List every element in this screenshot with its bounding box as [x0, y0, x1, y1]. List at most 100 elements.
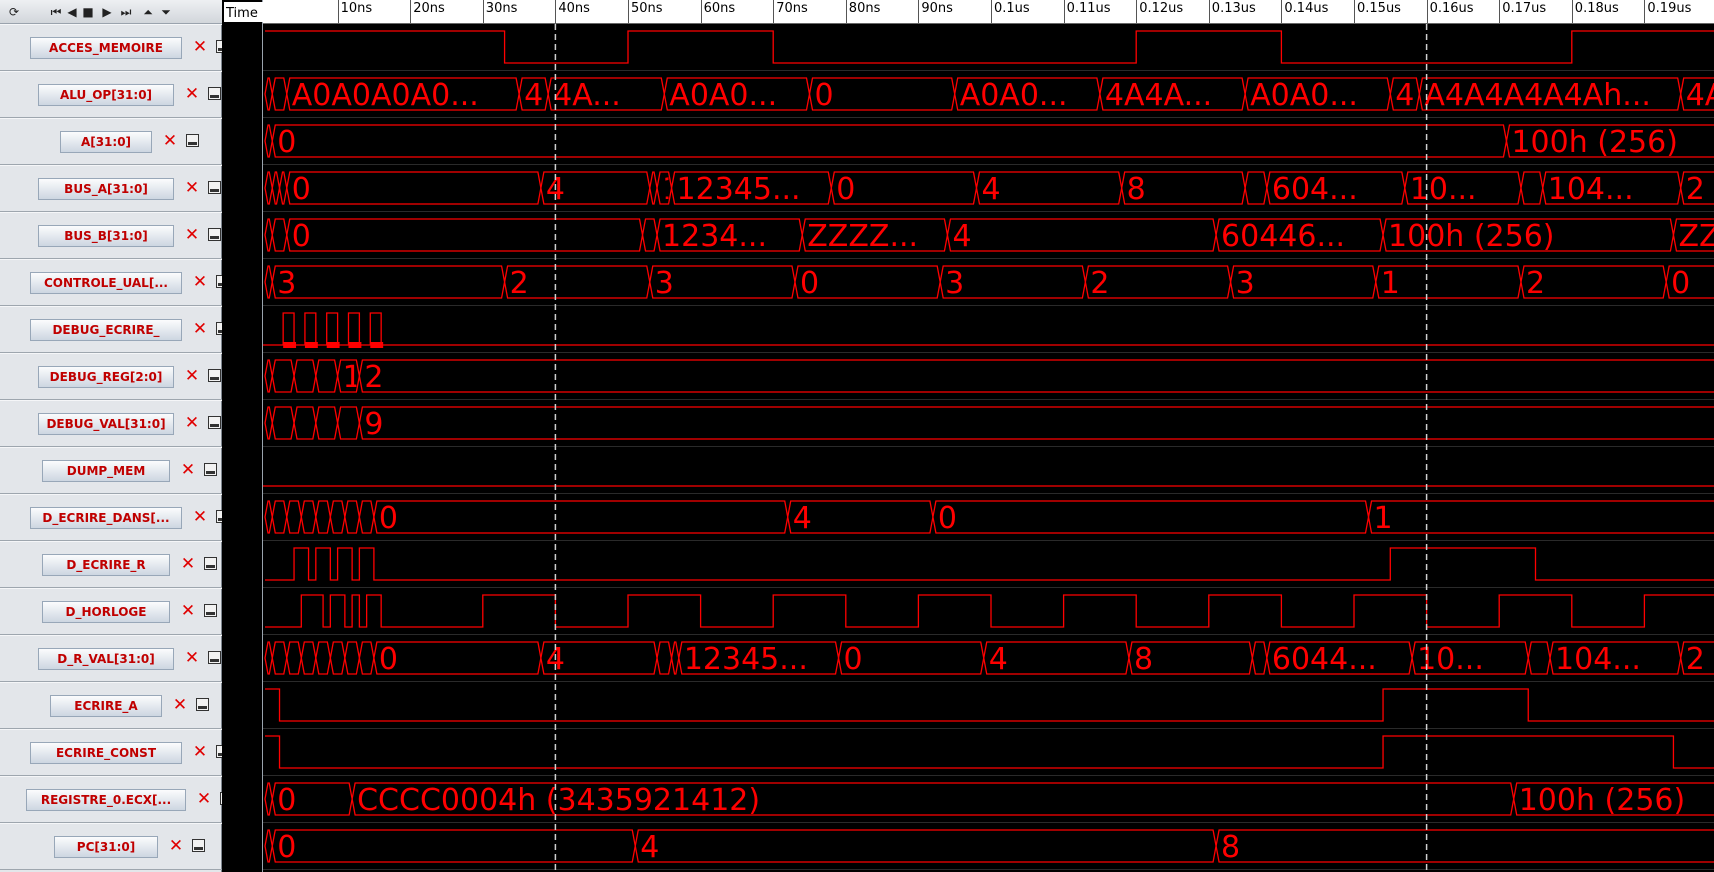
remove-signal-icon[interactable]: ✕: [192, 320, 208, 338]
move-down-icon[interactable]: ⏷: [158, 3, 174, 21]
bus-segment: [271, 77, 288, 111]
remove-signal-icon[interactable]: ✕: [192, 508, 208, 526]
bus-segment: [373, 500, 789, 534]
minimize-signal-icon[interactable]: [208, 651, 221, 664]
bus-value-label: 8: [1221, 830, 1240, 865]
move-up-icon[interactable]: ⏶: [140, 3, 156, 21]
bus-value-label: ZZZZ...: [807, 219, 918, 254]
prev-icon[interactable]: ◀: [64, 3, 80, 21]
remove-signal-icon[interactable]: ✕: [184, 179, 200, 197]
signal-name-button[interactable]: ACCES_MEMOIRE: [30, 37, 182, 59]
signal-wave: 0 100h (256): [263, 124, 1714, 165]
bus-segment: [315, 406, 339, 440]
signal-row: D_ECRIRE_R ✕: [0, 541, 222, 588]
signal-name-button[interactable]: A[31:0]: [60, 131, 152, 153]
signal-wave: 0 CCCC0004h (3435921412) 100h (256): [263, 782, 1714, 823]
minimize-signal-icon[interactable]: [208, 181, 221, 194]
waveform-canvas[interactable]: A0A0A0A0... 4 4A... A0A0... 0 A0A0... 4A4A... A…: [263, 24, 1714, 872]
signal-name-button[interactable]: ALU_OP[31:0]: [38, 84, 174, 106]
bus-segment: [264, 406, 273, 440]
remove-signal-icon[interactable]: ✕: [192, 273, 208, 291]
bus-value-label: 3: [655, 266, 674, 301]
remove-signal-icon[interactable]: ✕: [184, 367, 200, 385]
bit-trace: [263, 312, 1714, 346]
bus-value-label: 0: [277, 830, 296, 865]
last-icon[interactable]: ⏭: [118, 3, 134, 21]
signal-name-button[interactable]: D_ECRIRE_R: [42, 554, 170, 576]
remove-signal-icon[interactable]: ✕: [184, 226, 200, 244]
signal-name-button[interactable]: PC[31:0]: [54, 836, 158, 858]
remove-signal-icon[interactable]: ✕: [180, 602, 196, 620]
remove-signal-icon[interactable]: ✕: [162, 132, 178, 150]
ruler-tick: [918, 0, 920, 23]
bus-segment: [264, 500, 273, 534]
bus-segment: [271, 641, 288, 675]
signal-wave: 0 4 0 1: [263, 500, 1714, 541]
bus-segment: [373, 641, 542, 675]
ruler-tick-label: 0.13us: [1211, 1, 1256, 16]
bus-value-label: 4: [524, 78, 543, 113]
remove-signal-icon[interactable]: ✕: [184, 85, 200, 103]
signal-name-button[interactable]: D_ECRIRE_DANS[...: [30, 507, 182, 529]
bus-segment: [1520, 171, 1544, 205]
signal-wave: 9: [263, 406, 1714, 447]
remove-signal-icon[interactable]: ✕: [180, 461, 196, 479]
bus-value-label: 60446...: [1221, 219, 1345, 254]
ruler-tick-label: 60ns: [703, 1, 736, 16]
bus-value-label: 6044...: [1272, 642, 1377, 677]
signal-row: DEBUG_REG[2:0] ✕: [0, 353, 222, 400]
remove-signal-icon[interactable]: ✕: [172, 696, 188, 714]
minimize-signal-icon[interactable]: [208, 87, 221, 100]
minimize-signal-icon[interactable]: [204, 557, 217, 570]
bus-value-label: 100h (256): [1388, 219, 1554, 254]
remove-signal-icon[interactable]: ✕: [192, 38, 208, 56]
bus-value-label: A0A0A0A0...: [292, 78, 479, 113]
bus-segment: [278, 171, 288, 205]
minimize-signal-icon[interactable]: [208, 416, 221, 429]
minimize-signal-icon[interactable]: [196, 698, 209, 711]
bus-value-label: 0: [379, 642, 398, 677]
signal-name-button[interactable]: DEBUG_ECRIRE_: [30, 319, 182, 341]
signal-name-button[interactable]: D_HORLOGE: [42, 601, 170, 623]
signal-name-button[interactable]: ECRIRE_CONST: [30, 742, 182, 764]
ruler-tick-label: 70ns: [776, 1, 808, 16]
minimize-signal-icon[interactable]: [204, 463, 217, 476]
refresh-icon[interactable]: ⟳: [6, 3, 22, 21]
minimize-signal-icon[interactable]: [186, 134, 199, 147]
signal-name-button[interactable]: DEBUG_REG[2:0]: [38, 366, 174, 388]
remove-signal-icon[interactable]: ✕: [184, 649, 200, 667]
remove-signal-icon[interactable]: ✕: [180, 555, 196, 573]
signal-name-button[interactable]: CONTROLE_UAL[...: [30, 272, 182, 294]
time-ruler[interactable]: 10ns 20ns 30ns 40ns 50ns 60ns 70ns 80ns 90ns 0.1u…: [263, 0, 1714, 24]
signal-name-button[interactable]: DEBUG_VAL[31:0]: [38, 413, 174, 435]
bus-value-label: 104...: [1555, 642, 1641, 677]
signal-name-button[interactable]: BUS_A[31:0]: [38, 178, 174, 200]
bus-value-label: 4: [640, 830, 659, 865]
signal-row: CONTROLE_UAL[... ✕: [0, 259, 229, 306]
signal-row: D_R_VAL[31:0] ✕: [0, 635, 222, 682]
minimize-signal-icon[interactable]: [204, 604, 217, 617]
bus-value-label: 4: [981, 172, 1000, 207]
minimize-signal-icon[interactable]: [192, 839, 205, 852]
remove-signal-icon[interactable]: ✕: [196, 790, 212, 808]
remove-signal-icon[interactable]: ✕: [192, 743, 208, 761]
bus-value-label: ZZ: [1678, 219, 1714, 254]
remove-signal-icon[interactable]: ✕: [168, 837, 184, 855]
signal-name-button[interactable]: BUS_B[31:0]: [38, 225, 174, 247]
stop-icon[interactable]: ■: [80, 3, 96, 21]
signal-name-button[interactable]: ECRIRE_A: [50, 695, 162, 717]
signal-name-button[interactable]: REGISTRE_0.ECX[...: [26, 789, 186, 811]
bus-segment: [1244, 171, 1268, 205]
remove-signal-icon[interactable]: ✕: [184, 414, 200, 432]
minimize-signal-icon[interactable]: [208, 228, 221, 241]
bit-trace: [265, 735, 1714, 769]
minimize-signal-icon[interactable]: [208, 369, 221, 382]
bus-value-label: 1: [1381, 266, 1400, 301]
signal-name-button[interactable]: DUMP_MEM: [42, 460, 170, 482]
ruler-tick-label: 0.12us: [1139, 1, 1184, 16]
signal-name-button[interactable]: D_R_VAL[31:0]: [38, 648, 174, 670]
first-icon[interactable]: ⏮: [48, 3, 64, 21]
next-icon[interactable]: ▶: [99, 3, 115, 21]
waveform-toolbar: ⟳ ⏮ ◀ ■ ▶ ⏭ ⏶ ⏷: [0, 0, 222, 24]
bus-value-label: 0: [815, 78, 834, 113]
